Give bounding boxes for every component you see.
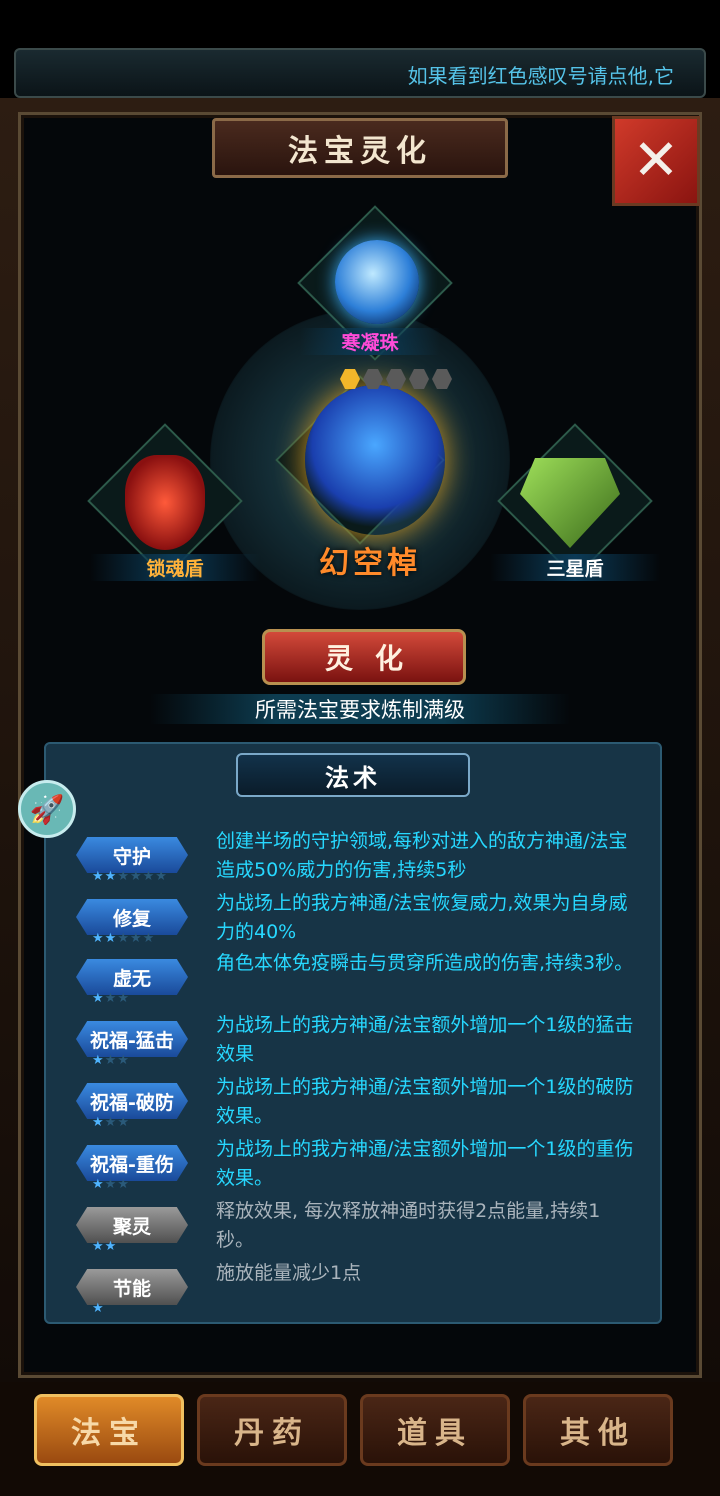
main-item-icon[interactable] [305,385,445,535]
left-item-icon[interactable] [125,455,205,550]
star-icon: ★ [117,869,130,884]
skill-name-badge: 祝福-猛击 [76,1021,188,1057]
star-icon: ★ [92,1053,105,1068]
star-icon: ★ [92,869,105,884]
level-hex [386,369,406,389]
tab-fabao[interactable]: 法宝 [34,1394,184,1466]
star-icon: ★ [104,869,118,884]
level-hex [409,369,429,389]
skill-description: 为战场上的我方神通/法宝额外增加一个1级的重伤效果。 [216,1138,634,1189]
star-icon: ★ [92,1301,105,1316]
star-icon: ★ [92,991,105,1006]
skill-description: 为战场上的我方神通/法宝额外增加一个1级的破防效果。 [216,1076,634,1127]
spirit-button[interactable]: 灵化 [262,629,466,685]
tab-daoju[interactable]: 道具 [360,1394,510,1466]
skill-name-badge: 祝福-重伤 [76,1145,188,1181]
skill-name-badge: 守护 [76,837,188,873]
panel-title-text: 法宝灵化 [288,134,432,169]
notice-marquee[interactable]: 如果看到红色感叹号请点他,它 [408,60,674,89]
notice-bar: 如果看到红色感叹号请点他,它 [14,48,706,98]
skill-stars: ★★★ [92,1177,130,1192]
skill-name-badge: 聚灵 [76,1207,188,1243]
star-icon: ★ [117,1177,130,1192]
star-icon: ★ [129,869,143,884]
star-icon: ★ [104,1177,118,1192]
star-icon: ★ [142,931,156,946]
star-icon: ★ [104,991,118,1006]
level-indicator [340,369,452,389]
skill-row: 祝福-破防 ★★★ 为战场上的我方神通/法宝额外增加一个1级的破防效果。 [76,1076,676,1139]
skill-row: 祝福-猛击 ★★★ 为战场上的我方神通/法宝额外增加一个1级的猛击效果 [76,1014,676,1077]
skill-row: 虚无 ★★★ 角色本体免疫瞬击与贯穿所造成的伤害,持续3秒。 [76,952,676,1015]
top-item-name: 寒凝珠 [300,328,440,355]
star-icon: ★ [117,1053,130,1068]
star-icon: ★ [117,1115,130,1130]
star-icon: ★ [104,1115,118,1130]
tab-danyao[interactable]: 丹药 [197,1394,347,1466]
skill-description: 为战场上的我方神通/法宝额外增加一个1级的猛击效果 [216,1014,634,1065]
skill-description: 创建半场的守护领域,每秒对进入的敌方神通/法宝造成50%威力的伤害,持续5秒 [216,830,628,881]
main-item-name: 幻空棹 [319,546,421,581]
tab-label: 法宝 [71,1416,147,1451]
star-icon: ★ [104,1053,118,1068]
skill-stars: ★★★★★★ [92,869,168,884]
skill-description: 释放效果, 每次释放神通时获得2点能量,持续1秒。 [216,1200,601,1251]
level-hex [363,369,383,389]
close-icon: ✕ [632,128,680,193]
skill-name-badge: 虚无 [76,959,188,995]
requirement-text: 所需法宝要求炼制满级 [150,694,570,724]
skill-stars: ★★★★★ [92,931,155,946]
level-hex [340,369,360,389]
left-item-name: 锁魂盾 [90,554,260,581]
skills-title: 法术 [325,763,381,792]
skill-row: 守护 ★★★★★★ 创建半场的守护领域,每秒对进入的敌方神通/法宝造成50%威力的伤… [76,830,676,893]
skill-description: 为战场上的我方神通/法宝恢复威力,效果为自身威力的40% [216,892,628,943]
panel-title: 法宝灵化 [212,118,508,178]
star-icon: ★ [92,1239,105,1254]
skill-name-badge: 节能 [76,1269,188,1305]
spirit-button-label: 灵化 [324,642,425,675]
top-item-icon[interactable] [335,240,419,324]
star-icon: ★ [104,931,118,946]
tab-label: 道具 [397,1416,473,1451]
star-icon: ★ [117,991,130,1006]
star-icon: ★ [142,869,156,884]
star-icon: ★ [155,869,168,884]
star-icon: ★ [92,1177,105,1192]
skill-row: 修复 ★★★★★ 为战场上的我方神通/法宝恢复威力,效果为自身威力的40% [76,892,676,955]
star-icon: ★ [129,931,143,946]
skill-stars: ★★★ [92,1053,130,1068]
skill-stars: ★★★ [92,1115,130,1130]
skill-name-badge: 祝福-破防 [76,1083,188,1119]
skill-row: 祝福-重伤 ★★★ 为战场上的我方神通/法宝额外增加一个1级的重伤效果。 [76,1138,676,1201]
skill-row: 节能 ★ 施放能量减少1点 [76,1262,676,1325]
skill-stars: ★★ [92,1239,117,1254]
skill-stars: ★★★ [92,991,130,1006]
skills-header: 法术 [236,753,470,797]
star-icon: ★ [104,1239,118,1254]
skill-row: 聚灵 ★★ 释放效果, 每次释放神通时获得2点能量,持续1秒。 [76,1200,676,1263]
skill-description: 角色本体免疫瞬击与贯穿所造成的伤害,持续3秒。 [216,952,634,974]
level-hex [432,369,452,389]
close-button[interactable]: ✕ [612,116,700,206]
tab-qita[interactable]: 其他 [523,1394,673,1466]
star-icon: ★ [92,931,105,946]
star-icon: ★ [92,1115,105,1130]
skill-stars: ★ [92,1301,105,1316]
star-icon: ★ [117,931,130,946]
right-item-name: 三星盾 [490,554,660,581]
skill-name-badge: 修复 [76,899,188,935]
tab-label: 丹药 [234,1416,310,1451]
tab-label: 其他 [560,1416,636,1451]
skill-description: 施放能量减少1点 [216,1262,362,1284]
rocket-icon[interactable]: 🚀 [18,780,76,838]
